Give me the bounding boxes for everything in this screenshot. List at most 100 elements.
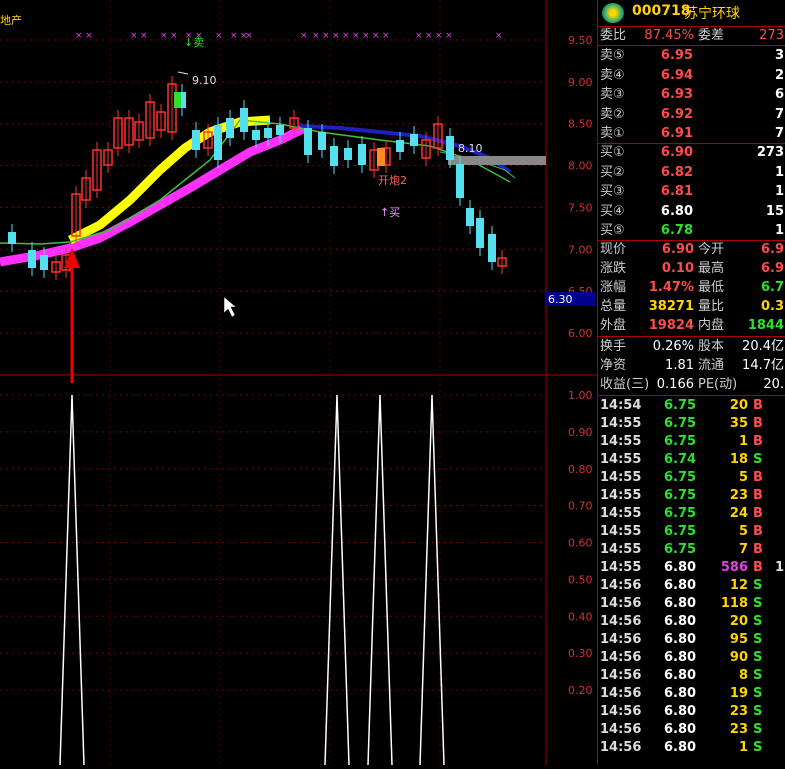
tick-time: 14:56 xyxy=(600,578,642,593)
tick-row: 14:55 6.75 5 B xyxy=(598,523,785,541)
tick-price: 6.75 xyxy=(664,524,697,539)
stat-label: 股本 xyxy=(698,339,725,354)
signal-mark: × xyxy=(322,31,330,41)
stat-value: 20.4亿 xyxy=(742,339,784,354)
stat-label: 外盘 xyxy=(600,318,627,333)
tick-time: 14:55 xyxy=(600,434,642,449)
stat-value: 0.3 xyxy=(760,299,784,314)
tick-volume: 20 xyxy=(729,614,748,629)
yellow-band xyxy=(67,115,271,245)
stat-label: 涨幅 xyxy=(600,280,627,295)
kline-chart[interactable]: 9.509.008.508.007.507.006.506.001.000.90… xyxy=(0,0,597,766)
level-label: 卖⑤ xyxy=(600,48,625,63)
tick-side: B xyxy=(753,488,763,503)
candle xyxy=(318,132,326,150)
signal-mark: × xyxy=(300,31,308,41)
tick-price: 6.75 xyxy=(664,542,697,557)
candle xyxy=(344,148,352,160)
buy-level-row[interactable]: 买① 6.90 273 xyxy=(598,144,785,162)
stock-title[interactable]: 000718 苏宁环球 xyxy=(598,0,785,26)
indicator-spike xyxy=(367,394,393,766)
level-label: 买⑤ xyxy=(600,223,625,238)
tick-time: 14:54 xyxy=(600,398,642,413)
stat-value: 0.26% xyxy=(652,339,694,354)
tick-price: 6.80 xyxy=(664,632,697,647)
tick-price: 6.80 xyxy=(664,560,697,575)
tick-side: S xyxy=(753,722,763,737)
stat-value: 38271 xyxy=(648,299,694,314)
signal-mark: × xyxy=(495,31,503,41)
tick-time: 14:55 xyxy=(600,560,642,575)
stat-label: 量比 xyxy=(698,299,725,314)
tick-row: 14:55 6.75 23 B xyxy=(598,487,785,505)
tick-side: S xyxy=(753,632,763,647)
level-price: 6.82 xyxy=(660,164,693,180)
indicator-spike xyxy=(59,394,85,766)
tick-side: S xyxy=(753,668,763,683)
stat-value: 0.166 xyxy=(656,377,694,392)
tick-volume: 23 xyxy=(729,704,748,719)
sell-level-row[interactable]: 卖① 6.91 7 xyxy=(598,125,785,143)
tick-price: 6.75 xyxy=(664,470,697,485)
tick-side: B xyxy=(753,416,763,431)
tick-side: B xyxy=(753,542,763,557)
sell-level-row[interactable]: 卖④ 6.94 2 xyxy=(598,67,785,85)
candle xyxy=(276,125,284,135)
sell-level-row[interactable]: 卖③ 6.93 6 xyxy=(598,86,785,104)
stat-value: 14.7亿 xyxy=(742,358,784,373)
tick-volume: 23 xyxy=(729,488,748,503)
tick-price: 6.80 xyxy=(664,686,697,701)
tick-time: 14:55 xyxy=(600,506,642,521)
stat-value: 20. xyxy=(763,377,784,392)
tick-price: 6.80 xyxy=(664,704,697,719)
stat-value: 19824 xyxy=(648,318,694,333)
stat-label: 涨跌 xyxy=(600,261,627,276)
candle xyxy=(446,136,454,160)
sell-level-row[interactable]: 卖⑤ 6.95 3 xyxy=(598,47,785,65)
buy-level-row[interactable]: 买② 6.82 1 xyxy=(598,164,785,182)
sell-level-row[interactable]: 卖② 6.92 7 xyxy=(598,106,785,124)
price-tag: 6.30 xyxy=(548,293,573,306)
indicator-tick-label: 0.50 xyxy=(568,573,593,586)
stat-value: 6.9 xyxy=(760,261,784,276)
tick-row: 14:56 6.80 1 S xyxy=(598,739,785,757)
tick-time: 14:55 xyxy=(600,470,642,485)
tick-time: 14:56 xyxy=(600,704,642,719)
logo-icon xyxy=(602,3,624,23)
tick-row: 14:55 6.80 586 B 1 xyxy=(598,559,785,577)
tick-volume: 95 xyxy=(729,632,748,647)
tick-row: 14:55 6.75 35 B xyxy=(598,415,785,433)
y-tick-label: 7.50 xyxy=(568,201,593,214)
stat-row: 总量 38271 量比 0.3 xyxy=(598,298,785,316)
level-volume: 1 xyxy=(774,223,784,238)
level-price: 6.90 xyxy=(660,145,693,160)
tick-volume: 586 xyxy=(720,560,748,575)
tick-volume: 18 xyxy=(729,452,748,467)
buy-level-row[interactable]: 买④ 6.80 15 xyxy=(598,203,785,221)
stat-row: 涨跌 0.10 最高 6.9 xyxy=(598,260,785,278)
tick-side: S xyxy=(753,740,763,755)
tick-price: 6.75 xyxy=(664,416,697,431)
level-volume: 6 xyxy=(774,87,784,102)
tick-volume: 20 xyxy=(729,398,748,413)
tick-side: S xyxy=(753,596,763,611)
stat-row: 净资 1.81 流通 14.7亿 xyxy=(598,357,785,375)
signal-mark: × xyxy=(435,31,443,41)
tick-time: 14:56 xyxy=(600,632,642,647)
tick-side: S xyxy=(753,704,763,719)
tick-time: 14:55 xyxy=(600,452,642,467)
chart-area[interactable]: 9.50 9.00 8.50 8.00 7.50 7.00 6.50 6.00 1.00 0.90… xyxy=(0,0,597,766)
tick-volume: 90 xyxy=(729,650,748,665)
tick-volume: 118 xyxy=(720,596,748,611)
diff-label: 委差 xyxy=(698,28,725,43)
level-price: 6.92 xyxy=(660,106,693,122)
buy-level-row[interactable]: 买⑤ 6.78 1 xyxy=(598,222,785,240)
tick-price: 6.80 xyxy=(664,614,697,629)
signal-mark: × xyxy=(230,31,238,41)
stat-label: 净资 xyxy=(600,358,627,373)
ratio-value: 87.45% xyxy=(644,28,694,43)
buy-level-row[interactable]: 买③ 6.81 1 xyxy=(598,183,785,201)
tick-price: 6.80 xyxy=(664,722,697,737)
candle xyxy=(488,234,496,262)
tick-side: B xyxy=(753,434,763,449)
